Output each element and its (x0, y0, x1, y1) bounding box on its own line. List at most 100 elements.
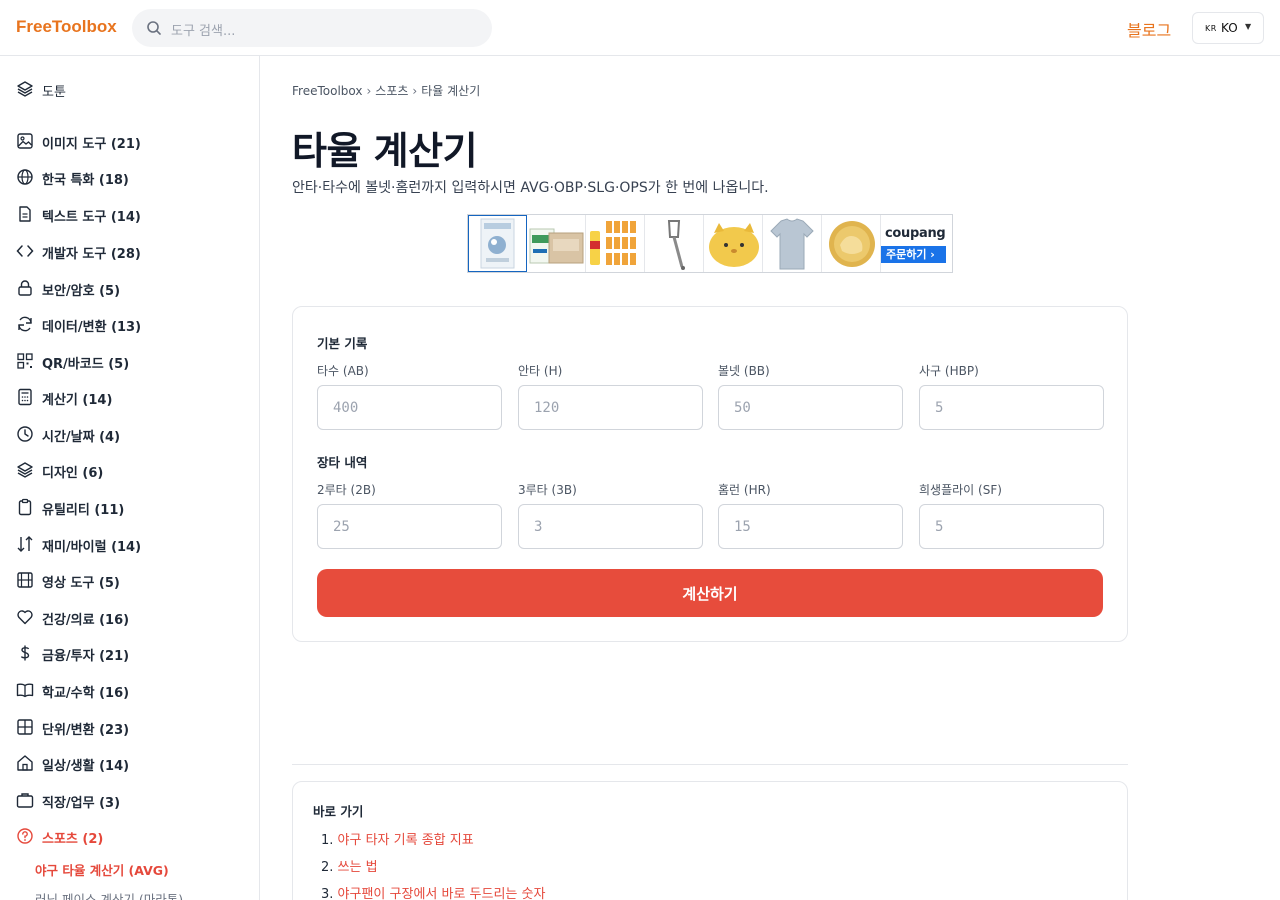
hits-input[interactable] (518, 385, 703, 430)
sidebar-item-label: 스포츠 (2) (42, 832, 104, 847)
language-select[interactable]: KR KO ▼ (1192, 12, 1264, 44)
sidebar-item-unit[interactable]: 단위/변환 (23) (16, 716, 246, 740)
sidebar-item-label: 직장/업무 (3) (42, 796, 121, 811)
toc-item: 1. 야구 타자 기록 종합 지표 (321, 833, 474, 848)
toc-link[interactable]: 쓰는 법 (338, 860, 378, 875)
sidebar-item-image[interactable]: 이미지 도구 (21) (16, 130, 246, 154)
dollar-icon (20, 645, 30, 661)
sidebar-subitem-batting-average[interactable]: 야구 타율 계산기 (AVG) (35, 860, 169, 879)
ad-product-image[interactable] (645, 215, 704, 272)
sidebar-item-label: 한국 특화 (18) (42, 173, 129, 188)
toc-link[interactable]: 야구 타자 기록 종합 지표 (338, 833, 474, 848)
sidebar-item-work[interactable]: 직장/업무 (3) (16, 789, 246, 813)
breadcrumb-separator: › (366, 84, 372, 98)
sidebar-item-label: 이미지 도구 (21) (42, 137, 141, 152)
field-label-2b: 2루타 (2B) (317, 483, 376, 497)
sidebar-item-all[interactable]: 도툰 (16, 78, 246, 102)
breadcrumb: FreeToolbox › 스포츠 › 타율 계산기 (292, 82, 480, 99)
sidebar-item-label: 도툰 (42, 85, 66, 100)
field-label-bb: 볼넷 (BB) (718, 364, 770, 378)
shuffle-icon (17, 536, 33, 552)
sidebar-item-fun[interactable]: 재미/바이럴 (14) (16, 533, 246, 557)
sidebar-item-qr[interactable]: QR/바코드 (5) (16, 350, 246, 374)
layers-icon (17, 81, 33, 97)
sidebar-item-school[interactable]: 학교/수학 (16) (16, 679, 246, 703)
triples-input[interactable] (518, 504, 703, 549)
blog-link[interactable]: 블로그 (1127, 17, 1171, 41)
language-code: KO (1221, 21, 1238, 35)
ad-product-image[interactable] (468, 215, 527, 272)
lock-icon (18, 280, 32, 296)
film-icon (17, 572, 33, 588)
search-icon (147, 21, 161, 35)
sacrifice-fly-input[interactable] (919, 504, 1104, 549)
sidebar-item-calculator[interactable]: 계산기 (14) (16, 386, 246, 410)
sidebar-item-design[interactable]: 디자인 (6) (16, 459, 246, 483)
sidebar-item-dev[interactable]: 개발자 도구 (28) (16, 240, 246, 264)
sidebar-subitem-running-pace[interactable]: 러닝 페이스 계산기 (마라톤) (35, 889, 183, 900)
home-icon (17, 755, 33, 771)
briefcase-icon (16, 793, 34, 808)
breadcrumb-current: 타율 계산기 (421, 84, 481, 98)
sidebar-item-time[interactable]: 시간/날짜 (4) (16, 423, 246, 447)
ad-banner[interactable]: coupang 주문하기 › (467, 214, 953, 273)
sidebar-item-utility[interactable]: 유틸리티 (11) (16, 496, 246, 520)
field-label-h: 안타 (H) (518, 364, 563, 378)
table-of-contents: 바로 가기 1. 야구 타자 기록 종합 지표 2. 쓰는 법 3. 야구팬이 … (292, 781, 1128, 900)
home-runs-input[interactable] (718, 504, 903, 549)
grid-icon (17, 719, 33, 735)
toc-item: 2. 쓰는 법 (321, 860, 378, 875)
calculate-button[interactable]: 계산하기 (317, 569, 1103, 617)
heart-icon (17, 610, 33, 625)
ad-product-image[interactable] (822, 215, 881, 272)
ad-brand-block[interactable]: coupang 주문하기 › (881, 215, 947, 272)
page-subtitle: 안타·타수에 볼넷·홈런까지 입력하시면 AVG·OBP·SLG·OPS가 한 … (292, 180, 769, 196)
sidebar-item-data[interactable]: 데이터/변환 (13) (16, 313, 246, 337)
ad-product-image[interactable] (527, 215, 586, 272)
toc-title: 바로 가기 (313, 804, 364, 819)
ad-product-image[interactable] (763, 215, 822, 272)
breadcrumb-home[interactable]: FreeToolbox (292, 84, 362, 98)
sidebar-item-health[interactable]: 건강/의료 (16) (16, 606, 246, 630)
sidebar-item-security[interactable]: 보안/암호 (5) (16, 277, 246, 301)
field-label-sf: 희생플라이 (SF) (919, 483, 1002, 497)
page-title: 타율 계산기 (292, 129, 478, 173)
sidebar-item-label: 금융/투자 (21) (42, 649, 130, 664)
sidebar-item-korea[interactable]: 한국 특화 (18) (16, 166, 246, 190)
sidebar-item-label: 일상/생활 (14) (42, 759, 130, 774)
flag-icon: KR (1205, 24, 1217, 33)
sidebar-item-video[interactable]: 영상 도구 (5) (16, 569, 246, 593)
sidebar-item-label: 영상 도구 (5) (42, 576, 120, 591)
breadcrumb-category[interactable]: 스포츠 (375, 84, 408, 98)
toc-link[interactable]: 야구팬이 구장에서 바로 두드리는 숫자 (338, 887, 546, 900)
sidebar-item-text[interactable]: 텍스트 도구 (14) (16, 203, 246, 227)
document-icon (19, 206, 31, 222)
coupang-logo: coupang (885, 226, 946, 241)
walks-input[interactable] (718, 385, 903, 430)
doubles-input[interactable] (317, 504, 502, 549)
search-input[interactable]: 도구 검색... (132, 9, 492, 47)
sidebar-item-label: 시간/날짜 (4) (42, 430, 121, 445)
search-placeholder: 도구 검색... (171, 24, 236, 39)
top-header: FreeToolbox 도구 검색... 블로그 KR KO ▼ (0, 0, 1280, 56)
sidebar-item-label: 개발자 도구 (28) (42, 247, 141, 262)
calculator-card: 기본 기록 타수 (AB) 안타 (H) 볼넷 (BB) 사구 (HBP) 장타… (292, 306, 1128, 642)
sidebar-item-label: 데이터/변환 (13) (42, 320, 142, 335)
at-bats-input[interactable] (317, 385, 502, 430)
ad-product-image[interactable] (586, 215, 645, 272)
sidebar-item-finance[interactable]: 금융/투자 (21) (16, 642, 246, 666)
section-title-extra-base: 장타 내역 (317, 455, 368, 470)
sidebar-item-label: 보안/암호 (5) (42, 284, 121, 299)
refresh-icon (18, 316, 32, 332)
ad-product-image[interactable] (704, 215, 763, 272)
sidebar-item-sports[interactable]: 스포츠 (2) (16, 825, 246, 849)
sidebar-item-daily[interactable]: 일상/생활 (14) (16, 752, 246, 776)
ad-order-button[interactable]: 주문하기 › (881, 246, 946, 263)
hit-by-pitch-input[interactable] (919, 385, 1104, 430)
sidebar-item-label: QR/바코드 (5) (42, 357, 130, 372)
sidebar-item-label: 학교/수학 (16) (42, 686, 130, 701)
layers-icon (17, 462, 33, 478)
sidebar-item-label: 텍스트 도구 (14) (42, 210, 141, 225)
site-logo[interactable]: FreeToolbox (16, 17, 117, 37)
sidebar-item-label: 건강/의료 (16) (42, 613, 130, 628)
